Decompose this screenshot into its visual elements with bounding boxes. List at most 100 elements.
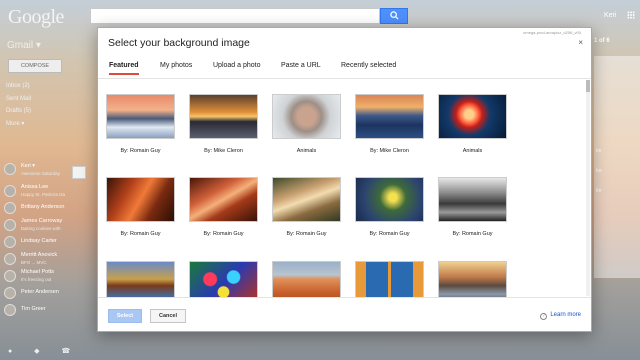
contact-status: BFO ... MVC [21, 260, 47, 265]
chat-contact[interactable]: Tim Greer [4, 302, 84, 319]
tab-recently-selected[interactable]: Recently selected [341, 62, 396, 69]
avatar [4, 270, 16, 282]
thumbnail-image [355, 177, 424, 222]
page-info: 1 of 6 [594, 38, 610, 44]
avatar [4, 253, 16, 265]
dialog-build-id: omega-prod-anrapisz_d256_v00 [523, 30, 581, 35]
snippet: ile [596, 188, 602, 194]
contact-name: Merritt Anovick [21, 252, 58, 258]
left-nav: Inbox (2) Sent Mail Drafts (5) More ▾ [6, 80, 31, 130]
chat-contact[interactable]: Brittany Anderson [4, 200, 84, 217]
tab-bar: Featured My photos Upload a photo Paste … [109, 60, 579, 78]
chat-search-button[interactable] [72, 166, 86, 179]
learn-more-link[interactable]: ? Learn more [540, 312, 581, 320]
compose-button[interactable]: COMPOSE [8, 59, 62, 73]
help-icon: ? [540, 313, 548, 320]
thumbnail-image [272, 261, 341, 297]
thumbnail-caption: By: Mike Cleron [370, 148, 409, 154]
nav-drafts[interactable]: Drafts (5) [6, 105, 31, 118]
background-thumbnail[interactable]: By: Romain Guy [106, 177, 175, 237]
gmail-menu[interactable]: Gmail ▾ [7, 40, 41, 51]
thumbnail-caption: Animals [296, 148, 317, 154]
cancel-button[interactable]: Cancel [150, 309, 186, 323]
background-thumbnail[interactable] [189, 261, 258, 297]
thumbnail-caption: By: Romain Guy [120, 231, 161, 237]
background-thumbnail[interactable]: By: Romain Guy [272, 177, 341, 237]
avatar [4, 287, 16, 299]
image-grid-scroll[interactable]: By: Romain Guy By: Mike Cleron Animals By: … [98, 79, 591, 297]
scrollbar[interactable] [586, 80, 590, 296]
thumbnail-image [272, 177, 341, 222]
background-thumbnail[interactable]: Animals [438, 94, 507, 154]
thumbnail-caption: Animals [462, 148, 483, 154]
avatar [4, 185, 16, 197]
thumbnail-image [272, 94, 341, 139]
search-button[interactable] [380, 8, 408, 24]
thumbnail-image [189, 177, 258, 222]
thumbnail-caption: By: Romain Guy [369, 231, 410, 237]
chat-contact[interactable]: Anissa Lee Happy St. Patricks Da [4, 183, 84, 200]
close-icon[interactable]: × [578, 38, 583, 47]
background-thumbnail[interactable]: By: Mike Cleron [355, 94, 424, 154]
tab-upload-photo[interactable]: Upload a photo [213, 62, 260, 69]
account-name[interactable]: Keri [604, 12, 616, 19]
chat-contact[interactable]: James Carroway Baking cookies with [4, 217, 84, 234]
chat-contact[interactable]: Michael Potts It's freezing out [4, 268, 84, 285]
chat-self-name[interactable]: Keri ▾ [21, 163, 35, 169]
background-thumbnail[interactable]: By: Romain Guy [355, 177, 424, 237]
thumbnail-image [438, 261, 507, 297]
background-thumbnail[interactable]: By: Romain Guy [189, 177, 258, 237]
nav-more[interactable]: More ▾ [6, 118, 31, 131]
chat-me: Keri ▾ Awesome Saturday [4, 160, 86, 179]
thumbnail-image [355, 94, 424, 139]
background-thumbnail[interactable] [438, 261, 507, 297]
avatar [4, 304, 16, 316]
thumbnail-caption: By: Romain Guy [286, 231, 327, 237]
tab-paste-url[interactable]: Paste a URL [281, 62, 321, 69]
contact-name: Lindsay Carter [21, 238, 57, 244]
thumbnail-image [189, 94, 258, 139]
thumbnail-caption: By: Romain Guy [452, 231, 493, 237]
nav-sent[interactable]: Sent Mail [6, 93, 31, 106]
search-input[interactable] [90, 8, 380, 24]
thumbnail-image [106, 94, 175, 139]
select-button[interactable]: Select [108, 309, 142, 323]
background-thumbnail[interactable] [355, 261, 424, 297]
google-logo[interactable]: Google [8, 6, 64, 29]
contact-name: Tim Greer [21, 306, 46, 312]
chat-contact[interactable]: Merritt Anovick BFO ... MVC [4, 251, 84, 268]
tab-featured[interactable]: Featured [109, 62, 139, 75]
background-thumbnail[interactable]: Animals [272, 94, 341, 154]
contact-name: Michael Potts [21, 269, 55, 275]
avatar [4, 236, 16, 248]
snippet: ile [596, 148, 602, 154]
thumbnail-caption: By: Mike Cleron [204, 148, 243, 154]
background-thumbnail[interactable] [272, 261, 341, 297]
learn-more-label: Learn more [550, 312, 581, 318]
dialog-title: Select your background image [108, 37, 250, 49]
nav-inbox[interactable]: Inbox (2) [6, 80, 31, 93]
apps-grid-icon[interactable] [627, 11, 635, 19]
avatar[interactable] [4, 163, 16, 175]
background-thumbnail[interactable]: By: Romain Guy [106, 94, 175, 154]
contact-status: Happy St. Patricks Da [21, 192, 66, 197]
tab-my-photos[interactable]: My photos [160, 62, 192, 69]
thumbnail-caption: By: Romain Guy [203, 231, 244, 237]
pagination: 1 of 6 [594, 38, 610, 44]
chat-self-status[interactable]: Awesome Saturday [21, 171, 60, 176]
search-icon [390, 11, 399, 20]
background-thumbnail[interactable]: By: Mike Cleron [189, 94, 258, 154]
snippet: ke [596, 168, 602, 174]
contact-name: Peter Andersen [21, 289, 59, 295]
scroll-thumb[interactable] [586, 80, 590, 92]
background-thumbnail[interactable]: By: Romain Guy [438, 177, 507, 237]
contact-name: James Carroway [21, 218, 63, 224]
thumbnail-image [106, 261, 175, 297]
chat-contact-list: Anissa Lee Happy St. Patricks Da Brittany … [4, 183, 84, 319]
chat-contact[interactable]: Lindsay Carter [4, 234, 84, 251]
chat-bottom-icons[interactable]: ● ◆ ☎ [8, 347, 80, 355]
contact-name: Brittany Anderson [21, 204, 65, 210]
contact-name: Anissa Lee [21, 184, 49, 190]
background-thumbnail[interactable] [106, 261, 175, 297]
chat-contact[interactable]: Peter Andersen [4, 285, 84, 302]
